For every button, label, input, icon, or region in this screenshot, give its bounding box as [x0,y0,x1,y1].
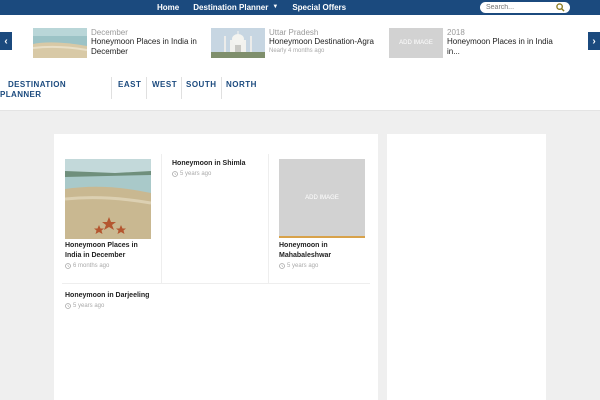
post-card[interactable]: Honeymoon in Shimla 5 years ago [172,159,262,189]
nav-divider [146,77,147,99]
slide-title[interactable]: Honeymoon Places in India in December [91,37,211,57]
add-image-placeholder[interactable]: ADD IMAGE [389,28,443,58]
slide-thumbnail[interactable] [33,28,87,58]
search-box [480,2,570,13]
nav-link-west[interactable]: WEST [152,80,177,89]
carousel-prev-button[interactable]: ‹ [0,32,12,50]
post-date-text: 5 years ago [73,303,105,309]
post-date-text: 5 years ago [180,171,212,177]
post-date: 6 months ago [65,263,109,269]
post-card[interactable]: ADD IMAGE Honeymoon in Mahabaleshwar 5 y… [279,159,367,279]
nav-link-east[interactable]: EAST [118,80,141,89]
chevron-left-icon: ‹ [4,35,8,47]
slide-category[interactable]: 2018 [447,28,567,37]
post-title[interactable]: Honeymoon in Shimla [172,159,262,169]
post-grid: Honeymoon Places in India in December 6 … [54,134,378,400]
category-nav: DESTINATION PLANNER EAST WEST SOUTH NORT… [0,67,600,111]
clock-icon [172,171,178,177]
carousel-next-button[interactable]: › [588,32,600,50]
nav-link-north[interactable]: NORTH [226,80,257,89]
nav-divider [221,77,222,99]
top-nav-bar: Home Destination Planner ▼ Special Offers [0,0,600,15]
search-input[interactable] [486,2,552,13]
destination-planner-brand[interactable]: DESTINATION PLANNER [0,80,100,100]
slide-category[interactable]: Uttar Pradesh [269,28,389,37]
slide-thumbnail[interactable] [211,28,265,58]
clock-icon [279,263,285,269]
nav-special-offers[interactable]: Special Offers [285,0,353,15]
nav-divider [181,77,182,99]
nav-link-south[interactable]: SOUTH [186,80,217,89]
search-icon[interactable] [556,3,565,12]
post-title[interactable]: Honeymoon in Darjeeling [65,291,185,301]
nav-home[interactable]: Home [150,0,186,15]
post-date: 5 years ago [65,303,104,309]
post-title[interactable]: Honeymoon in Mahabaleshwar [279,241,367,261]
slide-meta: Uttar Pradesh Honeymoon Destination-Agra… [269,28,389,55]
slide-category[interactable]: December [91,28,211,37]
post-date: 5 years ago [172,171,211,177]
post-card[interactable]: Honeymoon in Darjeeling 5 years ago [65,291,185,321]
nav-divider [111,77,112,99]
post-date-text: 5 years ago [287,263,319,269]
slide-title[interactable]: Honeymoon Places in in India in... [447,37,567,57]
placeholder-text: ADD IMAGE [399,40,433,46]
beach-photo [33,28,87,58]
beach-starfish-photo [65,159,151,239]
grid-divider [268,154,269,284]
post-title[interactable]: Honeymoon Places in India in December [65,241,153,261]
post-date: 5 years ago [279,263,318,269]
sidebar [387,134,546,400]
carousel-slide[interactable]: ADD IMAGE 2018 Honeymoon Places in in In… [389,28,567,60]
nav-home-label: Home [157,3,180,12]
featured-carousel: ‹ December Honeymoon Places in India in … [0,15,600,67]
post-date-text: 6 months ago [73,263,110,269]
carousel-slide[interactable]: Uttar Pradesh Honeymoon Destination-Agra… [211,28,389,60]
slide-title[interactable]: Honeymoon Destination-Agra [269,37,389,47]
grid-divider [62,283,370,284]
post-card[interactable]: Honeymoon Places in India in December 6 … [65,159,153,279]
slide-date: Nearly 4 months ago [269,48,325,54]
slide-meta: 2018 Honeymoon Places in in India in... [447,28,567,57]
top-nav: Home Destination Planner ▼ Special Offers [150,0,353,15]
carousel-slide[interactable]: December Honeymoon Places in India in De… [33,28,211,60]
clock-icon [65,263,71,269]
nav-destination-planner-label: Destination Planner [193,3,269,12]
chevron-right-icon: › [592,35,596,47]
clock-icon [65,303,71,309]
grid-divider [161,154,162,284]
add-image-placeholder[interactable]: ADD IMAGE [279,159,365,238]
placeholder-text: ADD IMAGE [305,194,339,201]
post-image[interactable] [65,159,151,239]
slide-meta: December Honeymoon Places in India in De… [91,28,211,57]
nav-destination-planner[interactable]: Destination Planner ▼ [186,0,285,15]
nav-special-offers-label: Special Offers [292,3,347,12]
taj-mahal-photo [211,28,265,58]
chevron-down-icon: ▼ [272,4,279,10]
